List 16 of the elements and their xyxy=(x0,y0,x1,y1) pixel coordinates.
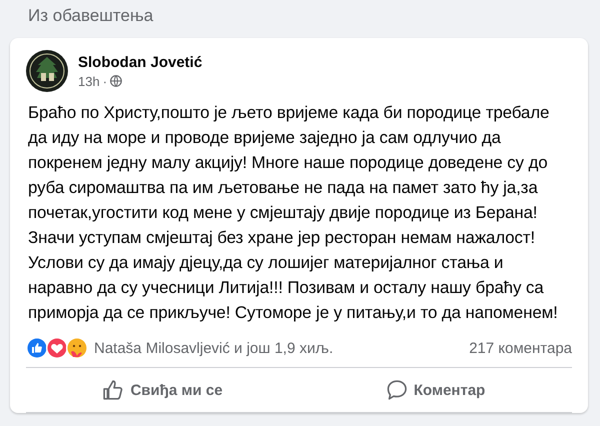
avatar-icon[interactable] xyxy=(26,50,68,92)
like-reaction-icon xyxy=(26,337,48,359)
reactions-summary[interactable]: Nataša Milosavljević и још 1,9 хиљ. xyxy=(94,340,470,356)
heart-reaction-icon xyxy=(46,337,68,359)
post-time[interactable]: 13h xyxy=(78,74,100,88)
like-button[interactable]: Свиђа ми се xyxy=(26,372,299,408)
speech-bubble-icon xyxy=(386,379,408,401)
author-name[interactable]: Slobodan Jovetić xyxy=(78,54,202,70)
post-text: Браћо по Христу,пошто је љето вријеме када би породице требале да иду на море и проводе вријеме заједно ја сам одлучио да покренем једну малу акцију! Многе наше породице доведене су до руба сиромаштва па им љетовање не пада на памет зато ћу ја,за почетак,угостити код мене у смјештају двије породице из Берана! Значи уступам смјештај без хране јер ресторан немам нажалост!Услови су да имају дјецу,да су лошијег материјалног стања и наравно да су учесници Литија!!! Позивам и осталу нашу браћу са приморја да се прикључе! Сутоморе је у питању,и то да напоменем! xyxy=(28,102,559,324)
globe-icon xyxy=(110,75,122,87)
hug-reaction-icon xyxy=(66,337,88,359)
comment-button[interactable]: Коментар xyxy=(299,372,572,408)
separator-dot: · xyxy=(102,74,108,88)
comment-count[interactable]: 217 коментара xyxy=(469,340,572,356)
section-heading: Из обавештења xyxy=(27,5,154,27)
thumbs-up-icon xyxy=(102,379,124,401)
